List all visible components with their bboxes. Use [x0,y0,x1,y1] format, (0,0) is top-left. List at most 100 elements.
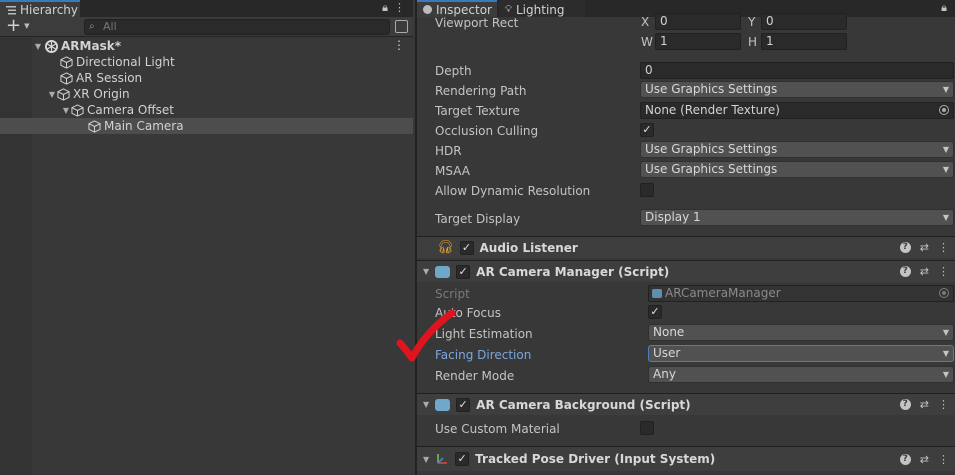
light-estimation-dropdown[interactable]: None ▼ [648,324,954,341]
scene-row[interactable]: ▼ ARMask* ⋮ [0,38,413,54]
target-texture-field[interactable]: None (Render Texture) [640,102,954,119]
tree-item-camera-offset[interactable]: ▼ Camera Offset [0,102,174,118]
expand-arrow-icon[interactable]: ▼ [33,42,43,51]
ar-camera-background-enabled-checkbox[interactable]: ✓ [456,397,471,412]
tree-item-label: Directional Light [76,55,175,69]
facing-direction-dropdown[interactable]: User ▼ [648,345,954,362]
gameobject-cube-icon [57,87,70,101]
hierarchy-panel: Hierarchy 🔒︎ ⋮ + ▼ ⌕ All ▼ ARMask* ⋮ Dir… [0,0,413,475]
render-mode-label: Render Mode [435,369,515,383]
axis-y-label: Y [748,15,756,29]
ar-camera-background-header[interactable]: ▼ ✓ AR Camera Background (Script) ? ⇄ ⋮ [417,393,955,415]
presets-icon[interactable]: ⇄ [920,241,929,254]
depth-label: Depth [435,64,472,78]
checkmark-icon: ✓ [457,452,467,465]
foldout-arrow-icon[interactable]: ▼ [423,400,429,409]
tree-item-xr-origin[interactable]: ▼ XR Origin [0,86,130,102]
chevron-down-icon: ▼ [942,145,949,154]
object-picker-icon[interactable] [939,288,949,298]
tracked-pose-driver-title: Tracked Pose Driver (Input System) [475,452,716,466]
target-display-value: Display 1 [645,210,701,224]
allow-dynamic-resolution-checkbox[interactable] [640,183,654,197]
hdr-value: Use Graphics Settings [645,142,778,156]
lock-icon[interactable]: 🔒︎ [382,1,388,15]
tree-item-main-camera[interactable]: Main Camera [0,118,413,134]
tree-item-label: Camera Offset [87,103,174,117]
ar-camera-manager-enabled-checkbox[interactable]: ✓ [456,264,471,279]
checkmark-icon: ✓ [458,264,468,278]
more-options-icon[interactable]: ⋮ [938,398,949,411]
checkmark-icon: ✓ [461,240,472,254]
hierarchy-tabbar: Hierarchy 🔒︎ ⋮ [0,0,413,17]
tracked-pose-driver-enabled-checkbox[interactable]: ✓ [455,452,470,466]
help-icon[interactable]: ? [899,453,911,465]
tree-item-directional-light[interactable]: Directional Light [0,54,175,70]
chevron-down-icon: ▼ [24,22,30,30]
add-button[interactable]: + ▼ [6,15,30,36]
ar-camera-manager-title: AR Camera Manager (Script) [476,264,670,279]
msaa-value: Use Graphics Settings [645,162,778,176]
tree-item-label: Main Camera [104,119,184,133]
render-mode-dropdown[interactable]: Any ▼ [648,366,954,383]
expand-arrow-icon[interactable]: ▼ [61,106,71,115]
viewport-h-field[interactable]: 1 [761,33,847,50]
ar-camera-manager-header[interactable]: ▼ ✓ AR Camera Manager (Script) ? ⇄ ⋮ [417,260,955,282]
scene-name: ARMask* [61,39,121,53]
tree-item-ar-session[interactable]: AR Session [0,70,142,86]
rendering-path-value: Use Graphics Settings [645,82,778,96]
help-icon[interactable]: ? [899,266,911,277]
scene-visibility-icon[interactable] [395,20,408,33]
more-options-icon[interactable]: ⋮ [938,265,949,278]
more-options-icon[interactable]: ⋮ [393,38,405,52]
occlusion-culling-checkbox[interactable]: ✓ [640,123,654,137]
viewport-x-field[interactable]: 0 [655,13,741,30]
more-options-icon[interactable]: ⋮ [394,1,405,15]
target-texture-label: Target Texture [435,104,520,118]
script-field[interactable]: ARCameraManager [648,285,954,302]
lock-icon[interactable]: 🔒︎ [941,1,947,15]
script-asset-icon [652,289,662,298]
tree-item-label: XR Origin [73,87,130,101]
msaa-dropdown[interactable]: Use Graphics Settings ▼ [640,161,954,178]
chevron-down-icon: ▼ [942,213,949,222]
hdr-dropdown[interactable]: Use Graphics Settings ▼ [640,141,954,158]
use-custom-material-checkbox[interactable] [640,421,654,435]
help-icon[interactable]: ? [899,242,911,253]
auto-focus-checkbox[interactable]: ✓ [648,305,662,319]
script-label: Script [435,287,470,301]
target-display-dropdown[interactable]: Display 1 ▼ [640,209,954,226]
more-options-icon[interactable]: ⋮ [938,453,949,466]
hierarchy-toolbar: + ▼ ⌕ All [0,17,413,37]
viewport-rect-label: Viewport Rect [435,16,519,30]
depth-field[interactable]: 0 [640,62,954,79]
search-input[interactable]: ⌕ All [84,19,390,35]
viewport-w-field[interactable]: 1 [655,33,741,50]
chevron-down-icon: ▼ [942,85,949,94]
use-custom-material-label: Use Custom Material [435,422,560,436]
foldout-arrow-icon[interactable]: ▼ [423,455,429,464]
tree-item-label: AR Session [76,71,143,85]
more-options-icon[interactable]: ⋮ [938,241,949,254]
expand-arrow-icon[interactable]: ▼ [47,90,57,99]
gameobject-cube-icon [60,55,73,69]
audio-listener-enabled-checkbox[interactable]: ✓ [459,240,474,255]
axis-h-label: H [748,35,758,49]
presets-icon[interactable]: ⇄ [920,398,929,411]
tracked-pose-driver-header[interactable]: ▼ ✓ Tracked Pose Driver (Input System) ?… [417,446,955,471]
help-icon[interactable]: ? [899,399,911,410]
object-picker-icon[interactable] [939,105,949,115]
tab-lighting-label: Lighting [516,2,565,17]
script-value: ARCameraManager [665,286,781,300]
hdr-label: HDR [435,144,462,158]
audio-listener-title: Audio Listener [479,240,578,255]
rendering-path-dropdown[interactable]: Use Graphics Settings ▼ [640,81,954,98]
add-label: + [6,15,22,36]
presets-icon[interactable]: ⇄ [920,453,929,466]
search-placeholder: All [103,20,117,33]
audio-listener-header[interactable]: 🎧︎ ✓ Audio Listener ? ⇄ ⋮ [417,236,955,258]
chevron-down-icon: ▼ [942,328,949,337]
presets-icon[interactable]: ⇄ [920,265,929,278]
foldout-arrow-icon[interactable]: ▼ [423,267,429,276]
viewport-y-field[interactable]: 0 [761,13,847,30]
axis-x-label: X [641,15,650,29]
